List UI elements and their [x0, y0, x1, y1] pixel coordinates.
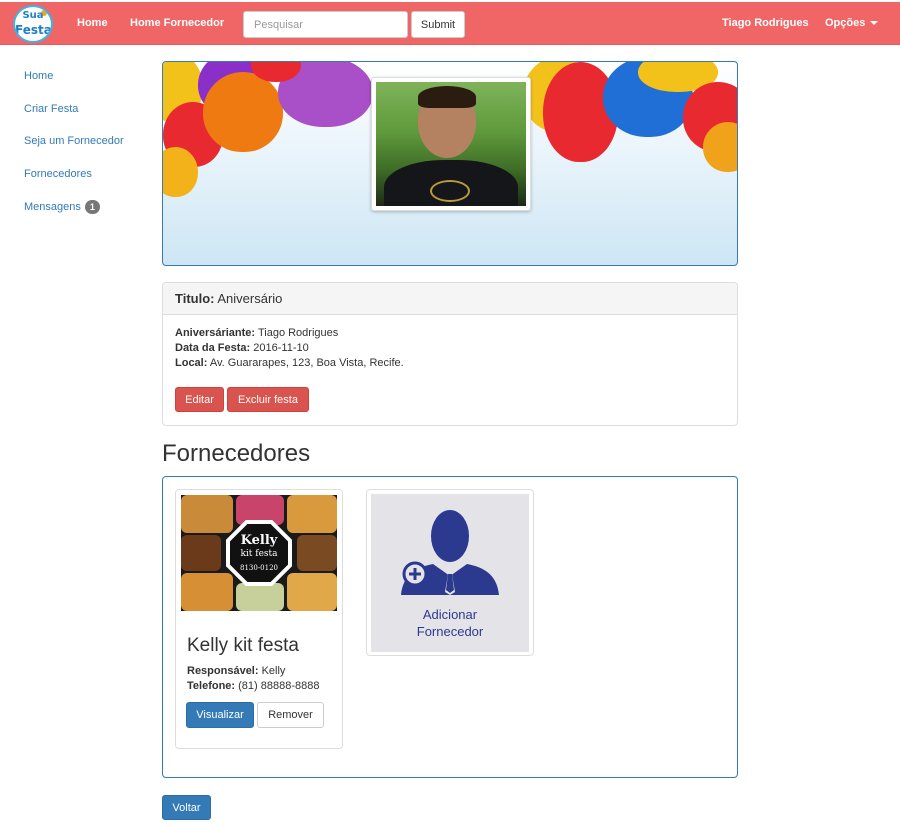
place-value: Av. Guararapes, 123, Boa Vista, Recife. [209, 357, 404, 369]
messages-badge: 1 [84, 200, 100, 214]
add-supplier-card[interactable]: Adicionar Fornecedor [366, 489, 534, 656]
profile-photo [376, 82, 526, 206]
kelly-logo-badge: Kelly kit festa 8130-0120 [226, 520, 292, 586]
nav-home-link[interactable]: Home [77, 17, 108, 29]
food-photo [236, 583, 284, 611]
food-photo [181, 535, 221, 571]
add-label-line2: Fornecedor [416, 624, 484, 639]
party-date-line: Data da Festa: 2016-11-10 [175, 342, 309, 354]
supplier-phone-line: Telefone: (81) 88888-8888 [187, 680, 319, 692]
phone-label: Telefone: [187, 680, 236, 692]
title-value: Aniversário [217, 291, 283, 306]
shirt-print [430, 180, 470, 202]
suppliers-panel: Kelly kit festa 8130-0120 Kelly kit fest… [162, 476, 738, 778]
delete-party-button[interactable]: Excluir festa [227, 387, 309, 412]
balloon-decoration [203, 72, 283, 152]
kelly-logo-inner: Kelly kit festa 8130-0120 [230, 524, 288, 582]
party-info-panel: Titulo: Aniversário Aniversáriante: Tiag… [162, 282, 738, 426]
sidebar-item-fornecedores[interactable]: Fornecedores [24, 168, 92, 180]
remove-supplier-button[interactable]: Remover [257, 702, 324, 728]
nav-home-fornecedor-link[interactable]: Home Fornecedor [130, 17, 224, 29]
user-name-link[interactable]: Tiago Rodrigues [722, 17, 809, 29]
logo-line2: Festa [15, 23, 52, 37]
back-button[interactable]: Voltar [162, 795, 211, 820]
food-photo [181, 573, 233, 611]
place-label: Local: [175, 357, 208, 369]
food-photo [287, 573, 337, 611]
options-dropdown[interactable]: Opções [825, 17, 879, 29]
profile-photo-frame [371, 77, 531, 211]
supplier-name: Kelly kit festa [187, 635, 299, 656]
add-label-line1: Adicionar [422, 607, 478, 622]
birthday-value: Tiago Rodrigues [257, 327, 339, 339]
cover-banner [162, 61, 738, 266]
party-location-line: Local: Av. Guararapes, 123, Boa Vista, R… [175, 357, 404, 369]
supplier-logo-image: Kelly kit festa 8130-0120 [181, 495, 337, 611]
view-supplier-button[interactable]: Visualizar [186, 702, 254, 728]
responsible-value: Kelly [261, 665, 286, 677]
sidebar-item-seja-fornecedor[interactable]: Seja um Fornecedor [24, 135, 124, 147]
sidebar-item-label: Mensagens [24, 200, 81, 213]
add-person-icon [401, 510, 499, 595]
supplier-responsible-line: Responsável: Kelly [187, 665, 285, 677]
birthday-label: Aniversáriante: [175, 327, 256, 339]
birthday-person-line: Aniversáriante: Tiago Rodrigues [175, 327, 338, 339]
food-photo [287, 495, 337, 533]
add-supplier-image: Adicionar Fornecedor [371, 494, 529, 652]
date-value: 2016-11-10 [253, 342, 309, 354]
logo-text-phone: 8130-0120 [240, 564, 278, 572]
navbar: Sua Festa Home Home Fornecedor Submit Ti… [0, 2, 900, 45]
logo-text-kelly: Kelly [240, 533, 278, 548]
sidebar-item-criar-festa[interactable]: Criar Festa [24, 103, 78, 115]
options-label: Opções [825, 17, 866, 29]
submit-button[interactable]: Submit [411, 11, 465, 38]
responsible-label: Responsável: [187, 665, 259, 677]
sidebar-item-home[interactable]: Home [24, 70, 53, 82]
edit-button[interactable]: Editar [175, 387, 224, 412]
supplier-card: Kelly kit festa 8130-0120 Kelly kit fest… [175, 489, 343, 749]
suppliers-heading: Fornecedores [162, 440, 311, 467]
logo-line1: Sua [22, 10, 44, 21]
balloon-decoration [703, 122, 737, 172]
party-title: Titulo: Aniversário [163, 283, 737, 315]
sidebar-item-mensagens[interactable]: Mensagens 1 [24, 200, 100, 214]
date-label: Data da Festa: [175, 342, 251, 354]
add-supplier-label: Adicionar Fornecedor [371, 606, 529, 640]
logo-text-kit-festa: kit festa [240, 549, 278, 559]
brand-logo[interactable]: Sua Festa [13, 5, 53, 43]
food-photo [297, 535, 337, 571]
caret-down-icon [870, 21, 879, 26]
search-input[interactable] [243, 11, 408, 38]
food-photo [181, 495, 233, 533]
title-label: Titulo: [175, 291, 215, 306]
hair-shape [418, 86, 476, 108]
phone-value: (81) 88888-8888 [238, 680, 320, 692]
